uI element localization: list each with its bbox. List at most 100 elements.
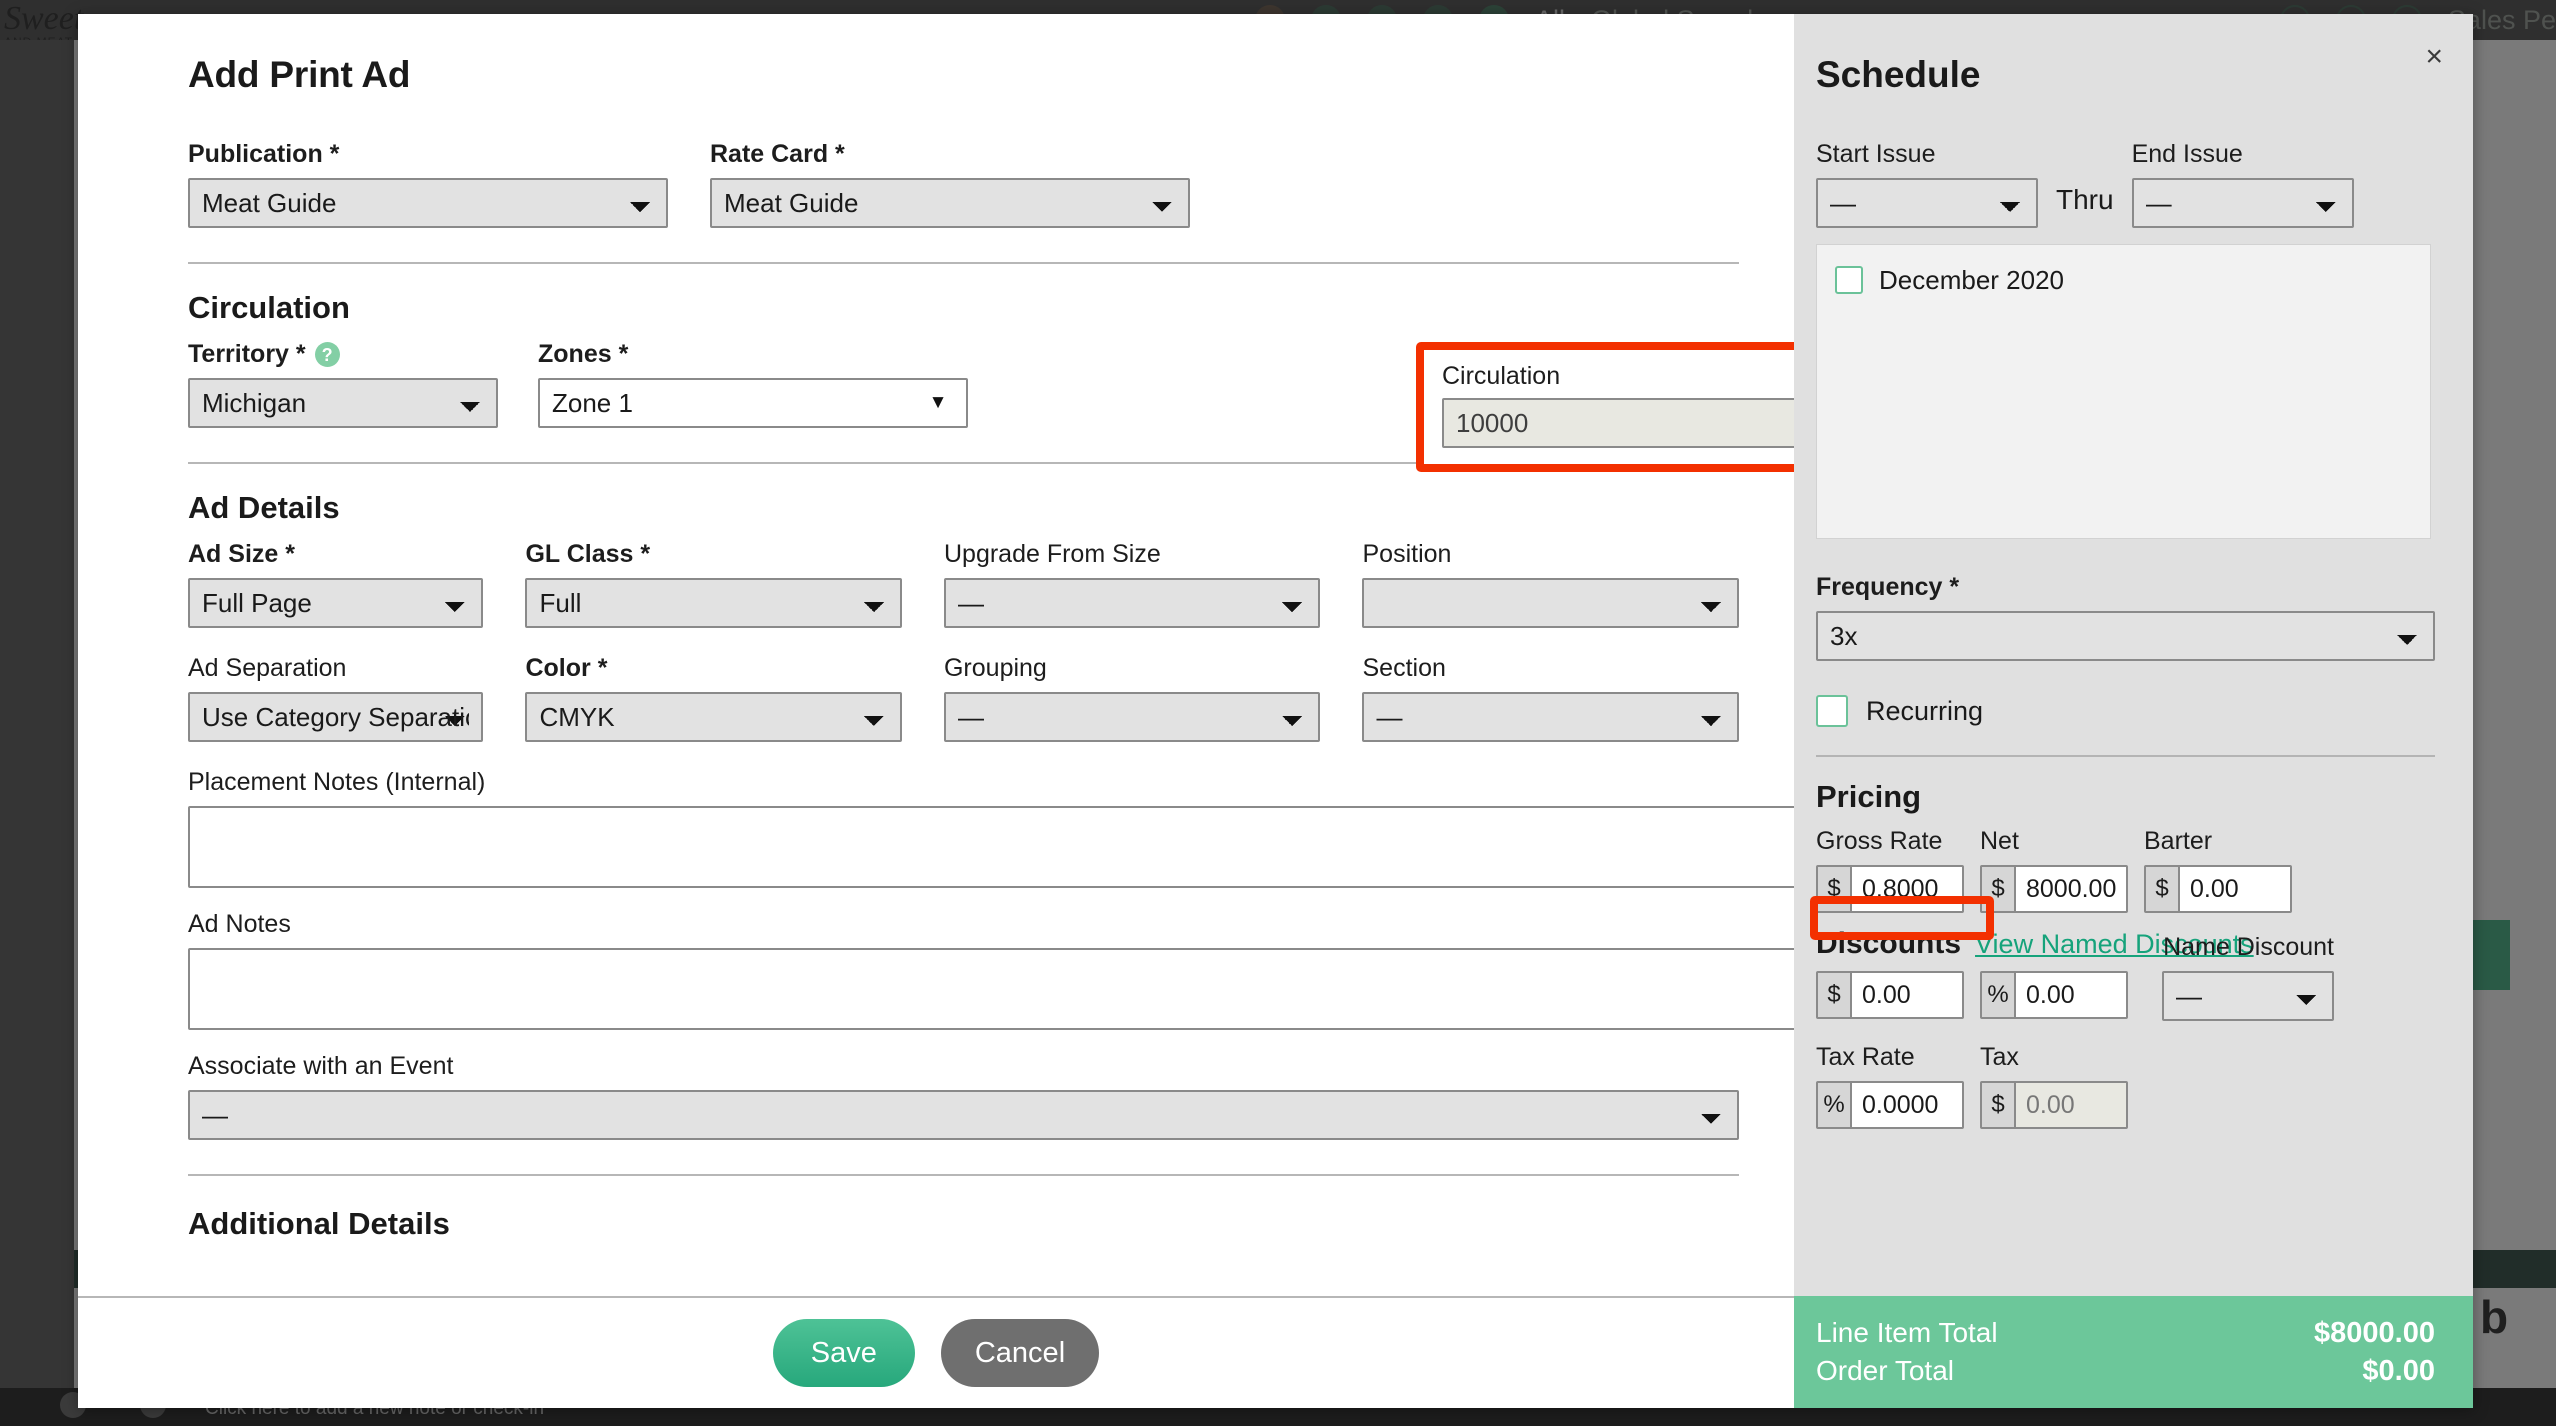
publication-field: Publication * Meat Guide [188, 140, 668, 228]
gl-class-label: GL Class * [525, 540, 651, 568]
ad-separation-field: Ad Separation Use Category Separation [188, 654, 484, 742]
barter-value: 0.00 [2180, 867, 2290, 911]
net-value: 8000.00 [2016, 867, 2126, 911]
line-item-total-row: Line Item Total $8000.00 [1816, 1314, 2435, 1352]
gross-rate-highlight [1810, 896, 1994, 940]
barter-input[interactable]: $ 0.00 [2144, 865, 2292, 913]
upgrade-from-size-select[interactable]: — [943, 578, 1321, 628]
issue-list[interactable]: December 2020 [1816, 244, 2431, 539]
divider-pricing [1816, 755, 2435, 757]
percent-sign-icon: % [1818, 1083, 1852, 1127]
publication-row: Publication * Meat Guide Rate Card * Mea… [188, 140, 1739, 228]
tax-row: Tax Rate % 0.0000 Tax $ 0.00 [1816, 1043, 2435, 1129]
territory-label-text: Territory * [188, 340, 306, 368]
territory-select[interactable]: Michigan [188, 378, 498, 428]
associate-event-label: Associate with an Event [188, 1052, 454, 1080]
recurring-checkbox[interactable] [1816, 695, 1848, 727]
name-discount-label: Name Discount [2163, 933, 2334, 961]
placement-notes-block: Placement Notes (Internal) [188, 768, 1794, 888]
frequency-select[interactable]: 3x [1816, 611, 2435, 661]
pricing-heading: Pricing [1816, 779, 1922, 814]
discount-amount-input[interactable]: $ 0.00 [1816, 971, 1964, 1019]
recurring-row[interactable]: Recurring [1816, 695, 2435, 727]
color-select[interactable]: CMYK [525, 692, 902, 742]
section-select[interactable]: — [1362, 692, 1739, 742]
position-select[interactable] [1362, 578, 1739, 628]
ad-details-row-2: Ad Separation Use Category Separation Co… [188, 654, 1739, 742]
placement-notes-label: Placement Notes (Internal) [188, 768, 486, 796]
chevron-down-icon[interactable]: ▼ [910, 380, 966, 426]
grouping-select[interactable]: — [943, 692, 1321, 742]
divider-publication [188, 262, 1739, 264]
close-icon[interactable]: × [2425, 42, 2443, 72]
publication-select[interactable]: Meat Guide [188, 178, 668, 228]
circulation-value: 10000 [1456, 407, 1529, 438]
save-button[interactable]: Save [772, 1319, 915, 1387]
barter-label: Barter [2144, 827, 2213, 855]
barter-field: Barter $ 0.00 [2144, 827, 2292, 913]
upgrade-from-size-field: Upgrade From Size — [943, 540, 1321, 628]
placement-notes-textarea[interactable] [188, 806, 1794, 888]
discount-percent-field: % 0.00 [1980, 971, 2128, 1019]
dollar-sign-icon: $ [1818, 973, 1852, 1017]
tax-value: 0.00 [2016, 1083, 2126, 1127]
ad-size-select[interactable]: Full Page [188, 578, 484, 628]
ad-size-label: Ad Size * [188, 540, 295, 568]
tax-rate-input[interactable]: % 0.0000 [1816, 1081, 1964, 1129]
start-issue-select[interactable]: — [1816, 178, 2038, 228]
issue-checkbox[interactable] [1835, 266, 1863, 294]
zones-field: Zones * Zone 1 ▼ [538, 340, 968, 428]
associate-event-block: Associate with an Event — [188, 1052, 1739, 1140]
ad-separation-label: Ad Separation [188, 654, 347, 682]
ad-separation-select[interactable]: Use Category Separation [188, 692, 484, 742]
tax-rate-value: 0.0000 [1852, 1083, 1962, 1127]
add-print-ad-modal: Add Print Ad Publication * Meat Guide Ra… [78, 14, 2473, 1408]
circulation-input[interactable]: 10000 [1442, 398, 1794, 448]
app-root: All Global Search Sales Pe Sweet AND MEA… [0, 0, 2556, 1426]
position-label: Position [1362, 540, 1452, 568]
color-field: Color * CMYK [525, 654, 902, 742]
circulation-highlight-box: Circulation 10000 [1416, 342, 1794, 472]
circulation-highlight: Circulation 10000 [1416, 342, 1794, 472]
net-label: Net [1980, 827, 2019, 855]
associate-event-select[interactable]: — [188, 1090, 1739, 1140]
position-field: Position [1362, 540, 1739, 628]
end-issue-select[interactable]: — [2131, 178, 2354, 228]
net-input[interactable]: $ 8000.00 [1980, 865, 2128, 913]
issue-range-row: Start Issue — Thru End Issue — [1816, 140, 2435, 228]
ad-notes-label: Ad Notes [188, 910, 291, 938]
totals-panel: Line Item Total $8000.00 Order Total $0.… [1794, 1296, 2473, 1408]
gross-rate-label: Gross Rate [1816, 827, 1943, 855]
cancel-button[interactable]: Cancel [940, 1319, 1100, 1387]
tax-field: Tax $ 0.00 [1980, 1043, 2128, 1129]
circulation-label: Circulation [1442, 362, 1561, 390]
frequency-label: Frequency * [1816, 573, 1960, 601]
additional-details-heading: Additional Details [188, 1206, 450, 1241]
ad-notes-textarea[interactable] [188, 948, 1794, 1030]
discount-amount-value: 0.00 [1852, 973, 1962, 1017]
question-mark-icon[interactable]: ? [314, 342, 340, 367]
list-item[interactable]: December 2020 [1817, 259, 2430, 301]
gl-class-select[interactable]: Full [525, 578, 902, 628]
tax-input: $ 0.00 [1980, 1081, 2128, 1129]
issue-label: December 2020 [1879, 264, 2064, 295]
dollar-sign-icon: $ [1982, 1083, 2016, 1127]
order-total-row: Order Total $0.00 [1816, 1352, 2435, 1390]
grouping-field: Grouping — [943, 654, 1321, 742]
modal-form-scroll: Add Print Ad Publication * Meat Guide Ra… [78, 14, 1794, 1296]
discount-percent-input[interactable]: % 0.00 [1980, 971, 2128, 1019]
section-field: Section — [1362, 654, 1739, 742]
line-item-total-label: Line Item Total [1816, 1317, 1998, 1348]
start-issue-field: Start Issue — [1816, 140, 2038, 228]
rate-card-select[interactable]: Meat Guide [710, 178, 1190, 228]
modal-left-pane: Add Print Ad Publication * Meat Guide Ra… [78, 14, 1794, 1408]
modal-footer: Save Cancel [78, 1296, 1794, 1408]
upgrade-from-size-label: Upgrade From Size [943, 540, 1161, 568]
zones-value: Zone 1 [552, 387, 633, 418]
name-discount-select[interactable]: — [2162, 971, 2334, 1021]
tax-rate-label: Tax Rate [1816, 1043, 1915, 1071]
zones-multiselect[interactable]: Zone 1 ▼ [538, 378, 968, 428]
modal-right-pane: × Schedule Start Issue — Thru End Issue … [1794, 14, 2473, 1408]
discount-percent-value: 0.00 [2016, 973, 2126, 1017]
end-issue-label: End Issue [2131, 140, 2243, 168]
